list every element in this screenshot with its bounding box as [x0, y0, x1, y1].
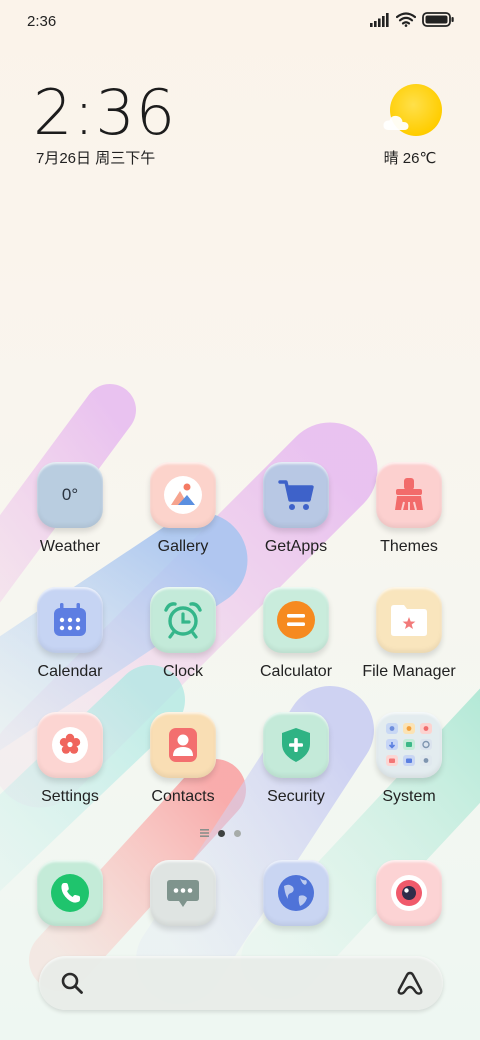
- weather-text: 晴 26℃: [383, 150, 437, 167]
- app-themes[interactable]: Themes: [354, 462, 464, 566]
- signal-icon: [370, 12, 389, 27]
- gallery-icon: [150, 462, 216, 528]
- status-bar: 2:36: [0, 0, 480, 42]
- gear-icon: [37, 712, 103, 778]
- app-label: GetApps: [264, 538, 328, 555]
- alarm-clock-icon: [150, 587, 216, 653]
- wifi-icon: [396, 12, 416, 27]
- app-system-folder[interactable]: System: [354, 712, 464, 816]
- dock-camera[interactable]: [376, 860, 442, 926]
- assistant-icon[interactable]: [395, 969, 425, 997]
- search-icon[interactable]: [60, 971, 84, 995]
- paintbrush-icon: [376, 462, 442, 528]
- app-calendar[interactable]: Calendar: [15, 587, 125, 691]
- menu-lines-icon: [200, 829, 209, 837]
- app-label: Calculator: [259, 663, 333, 680]
- globe-icon: [263, 860, 329, 926]
- status-time: 2:36: [27, 13, 57, 30]
- app-label: Gallery: [157, 538, 209, 555]
- shield-icon: [263, 712, 329, 778]
- weather-icon: 0°: [37, 462, 103, 528]
- app-label: Clock: [162, 663, 203, 680]
- app-label: Weather: [39, 538, 101, 555]
- calculator-icon: [263, 587, 329, 653]
- app-label: Themes: [380, 538, 438, 555]
- page-dot[interactable]: [234, 829, 241, 837]
- clock-widget-time[interactable]: 2:36: [33, 76, 176, 149]
- app-label: Calendar: [37, 663, 103, 680]
- app-security[interactable]: Security: [241, 712, 351, 816]
- app-label: Contacts: [151, 788, 215, 805]
- phone-icon: [37, 860, 103, 926]
- app-weather[interactable]: 0° Weather: [15, 462, 125, 566]
- clock-widget-date[interactable]: 7月26日 周三下午: [36, 147, 155, 168]
- app-gallery[interactable]: Gallery: [128, 462, 238, 566]
- battery-icon: [422, 12, 454, 27]
- app-settings[interactable]: Settings: [15, 712, 125, 816]
- page-indicator[interactable]: [200, 829, 241, 837]
- page-dot-active[interactable]: [218, 829, 225, 837]
- folder-icon: [376, 587, 442, 653]
- camera-icon: [376, 860, 442, 926]
- app-label: Settings: [41, 788, 99, 805]
- app-label: Security: [267, 788, 325, 805]
- contacts-icon: [150, 712, 216, 778]
- shopping-cart-icon: [263, 462, 329, 528]
- dock-messages[interactable]: [150, 860, 216, 926]
- app-getapps[interactable]: GetApps: [241, 462, 351, 566]
- cloud-icon: [383, 115, 409, 130]
- app-calculator[interactable]: Calculator: [241, 587, 351, 691]
- dock-browser[interactable]: [263, 860, 329, 926]
- app-label: System: [382, 788, 436, 805]
- folder-grid-icon: [376, 712, 442, 778]
- app-label: File Manager: [362, 663, 456, 680]
- app-contacts[interactable]: Contacts: [128, 712, 238, 816]
- dock-phone[interactable]: [37, 860, 103, 926]
- app-file-manager[interactable]: File Manager: [354, 587, 464, 691]
- message-icon: [150, 860, 216, 926]
- weather-widget[interactable]: 晴 26℃: [383, 84, 444, 168]
- search-bar[interactable]: [39, 956, 443, 1010]
- weather-tile-text: 0°: [61, 485, 79, 504]
- app-clock[interactable]: Clock: [128, 587, 238, 691]
- calendar-icon: [37, 587, 103, 653]
